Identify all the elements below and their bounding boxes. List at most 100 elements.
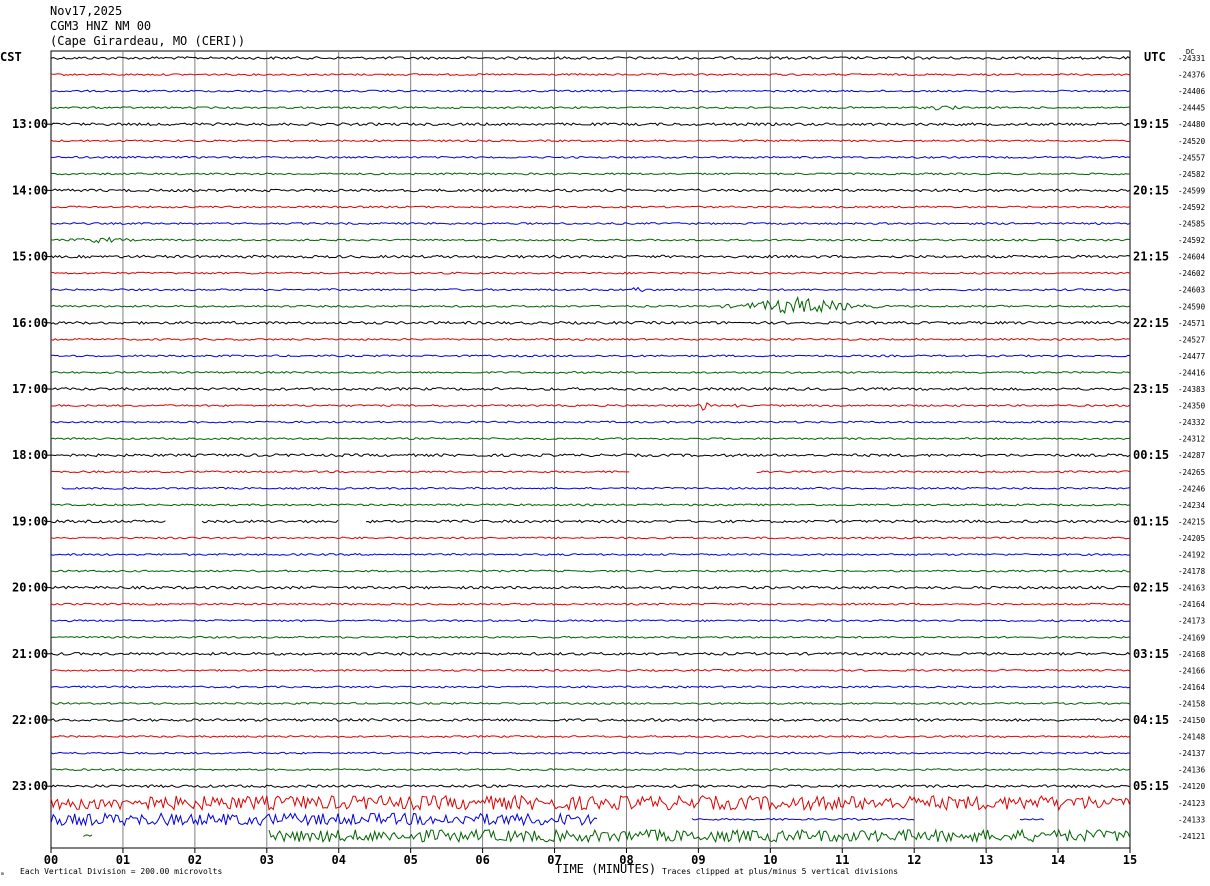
scale-mark-icon: ₘ <box>0 868 5 877</box>
trace-row-30 <box>50 553 1131 557</box>
left-hour-label: 23:00 <box>12 779 48 793</box>
dc-offset-label: -24416 <box>1178 368 1206 377</box>
right-hour-label: 22:15 <box>1133 316 1169 330</box>
x-tick-label: 12 <box>907 853 921 867</box>
trace-row-0 <box>50 56 1131 60</box>
left-hour-label: 16:00 <box>12 316 48 330</box>
dc-offset-label: -24376 <box>1178 71 1206 80</box>
right-hour-label: 01:15 <box>1133 514 1169 528</box>
dc-offset-label: -24445 <box>1178 104 1205 113</box>
dc-offset-label: -24604 <box>1178 253 1206 262</box>
dc-offset-label: -24173 <box>1178 617 1205 626</box>
trace-row-20 <box>50 386 1131 392</box>
dc-offset-label: -24150 <box>1178 716 1206 725</box>
trace-row-31 <box>50 569 1131 573</box>
dc-offset-label: -24121 <box>1178 832 1205 841</box>
dc-offset-label: -24133 <box>1178 815 1205 824</box>
trace-row-2 <box>51 89 1131 93</box>
dc-offset-label: -24205 <box>1178 534 1205 543</box>
right-hour-label: 03:15 <box>1133 647 1169 661</box>
dc-offset-label: -24123 <box>1178 799 1205 808</box>
trace-row-38 <box>50 685 1131 689</box>
dc-offset-label: -24168 <box>1178 650 1206 659</box>
right-hour-label: 05:15 <box>1133 779 1169 793</box>
trace-row-42 <box>50 751 1131 755</box>
x-tick-label: 14 <box>1051 853 1065 867</box>
trace-row-33 <box>50 602 1131 606</box>
right-hour-label: 21:15 <box>1133 250 1169 264</box>
dc-offset-label: -24215 <box>1178 517 1205 526</box>
trace-row-29 <box>50 536 1131 540</box>
trace-row-41 <box>50 735 1131 739</box>
left-hour-label: 21:00 <box>12 647 48 661</box>
trace-row-23 <box>50 437 1131 441</box>
helicorder-plot: 00 01 02 03 04 05 06 07 08 09 10 11 12 13 14 15-24331-2… <box>12 50 1206 867</box>
trace-row-12 <box>50 254 1131 259</box>
dc-offset-label: -24602 <box>1178 269 1205 278</box>
x-tick-label: 11 <box>835 853 849 867</box>
trace-row-17 <box>50 337 1131 341</box>
trace-row-13 <box>50 271 1131 275</box>
trace-row-39 <box>50 701 1131 705</box>
x-tick-label: 15 <box>1123 853 1137 867</box>
left-hour-label: 18:00 <box>12 448 48 462</box>
plot-frame <box>50 50 1131 849</box>
trace-row-4 <box>50 122 1131 127</box>
x-tick-label: 00 <box>44 853 58 867</box>
right-hour-label: 19:15 <box>1133 117 1169 131</box>
trace-row-37 <box>50 668 1131 672</box>
trace-row-18 <box>50 354 1131 358</box>
trace-row-28 <box>50 519 1131 524</box>
dc-offset-label: -24312 <box>1178 435 1205 444</box>
dc-offset-label: -24136 <box>1178 766 1206 775</box>
dc-offset-label: -24166 <box>1178 666 1206 675</box>
trace-row-9 <box>50 205 1131 209</box>
left-hour-label: 14:00 <box>12 183 48 197</box>
left-hour-label: 17:00 <box>12 382 48 396</box>
x-tick-label: 03 <box>260 853 274 867</box>
trace-row-3 <box>50 105 1131 111</box>
right-hour-label: 00:15 <box>1133 448 1169 462</box>
trace-row-45 <box>50 794 1131 812</box>
left-hour-label: 13:00 <box>12 117 48 131</box>
trace-row-25 <box>50 470 1131 474</box>
trace-row-24 <box>50 453 1131 458</box>
trace-row-36 <box>50 651 1131 656</box>
trace-row-26 <box>61 486 1131 490</box>
dc-offset-label: -24164 <box>1178 600 1206 609</box>
x-tick-label: 04 <box>332 853 346 867</box>
trace-row-32 <box>50 585 1131 590</box>
right-hour-label: 04:15 <box>1133 713 1169 727</box>
trace-row-16 <box>50 320 1131 325</box>
trace-row-10 <box>50 221 1131 226</box>
x-axis-title: TIME (MINUTES) <box>555 862 657 876</box>
x-tick-label: 02 <box>188 853 202 867</box>
trace-row-1 <box>50 73 1131 77</box>
dc-offset-label: -24287 <box>1178 451 1205 460</box>
trace-row-43 <box>50 768 1131 772</box>
dc-offset-label: -24137 <box>1178 749 1205 758</box>
dc-offset-label: -24332 <box>1178 418 1205 427</box>
left-hour-label: 20:00 <box>12 581 48 595</box>
dc-offset-label: -24350 <box>1178 402 1206 411</box>
trace-row-14 <box>50 286 1131 293</box>
dc-offset-label: -24592 <box>1178 203 1205 212</box>
trace-row-11 <box>50 236 1131 244</box>
dc-offset-label: -24557 <box>1178 153 1205 162</box>
x-tick-label: 10 <box>763 853 777 867</box>
right-hour-label: 02:15 <box>1133 581 1169 595</box>
dc-offset-label: -24178 <box>1178 567 1206 576</box>
right-hour-label: 20:15 <box>1133 183 1169 197</box>
dc-offset-label: -24599 <box>1178 186 1205 195</box>
left-hour-label: 15:00 <box>12 250 48 264</box>
x-tick-label: 13 <box>979 853 993 867</box>
trace-row-6 <box>50 155 1131 159</box>
left-hour-label: 19:00 <box>12 514 48 528</box>
trace-row-40 <box>50 718 1131 723</box>
x-tick-label: 09 <box>691 853 705 867</box>
dc-offset-label: -24520 <box>1178 137 1206 146</box>
trace-row-34 <box>50 619 1131 623</box>
dc-offset-label: -24169 <box>1178 633 1205 642</box>
trace-row-22 <box>50 420 1131 424</box>
right-hour-label: 23:15 <box>1133 382 1169 396</box>
